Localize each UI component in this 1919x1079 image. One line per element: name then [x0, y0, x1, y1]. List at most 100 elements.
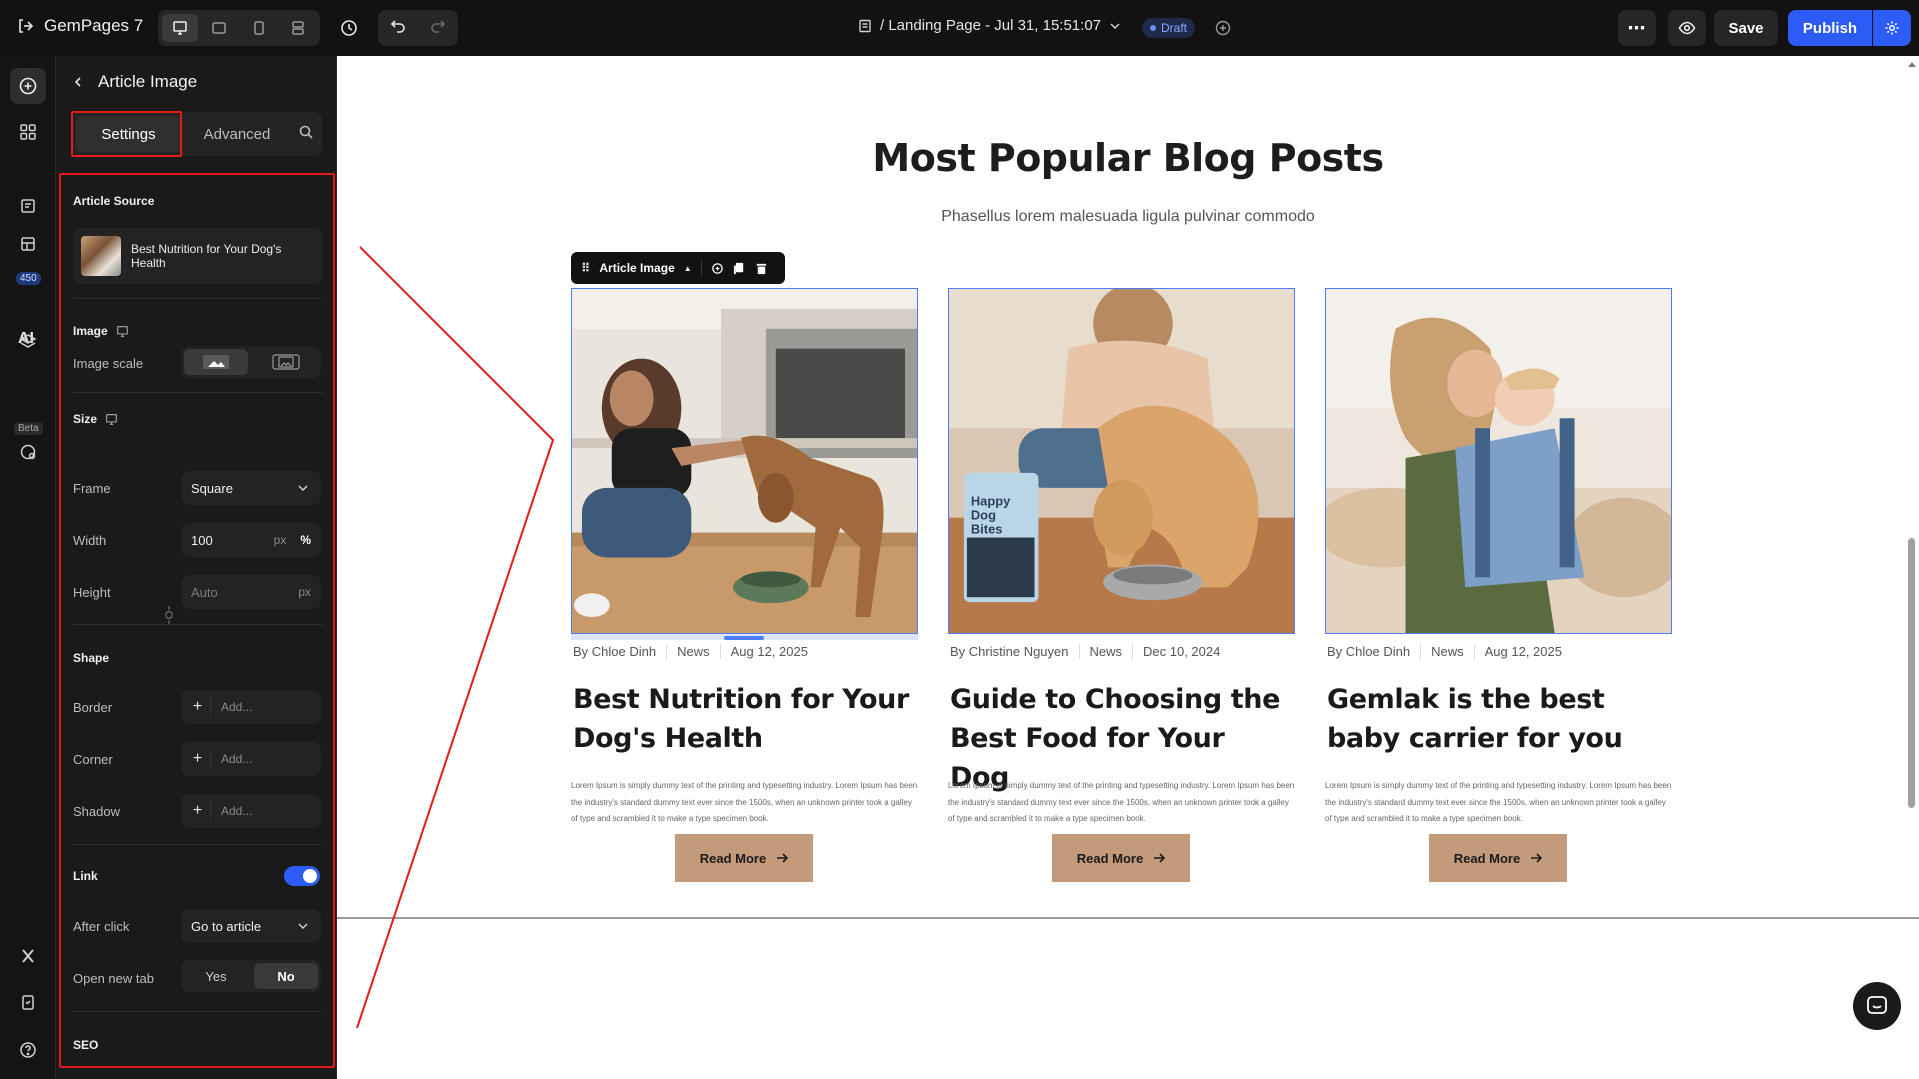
history-icon	[341, 20, 357, 36]
section-divider	[337, 917, 1919, 919]
responsive-icon	[292, 21, 304, 35]
post-category[interactable]: News	[666, 644, 720, 659]
sections-button[interactable]	[10, 114, 46, 150]
theme-button[interactable]	[10, 434, 46, 470]
panel-header: Article Image	[72, 72, 197, 92]
read-more-button[interactable]: Read More	[1052, 834, 1190, 882]
read-more-button[interactable]: Read More	[1429, 834, 1567, 882]
redo-icon	[431, 19, 446, 33]
help-icon	[20, 1042, 36, 1058]
save-button[interactable]: Save	[1714, 10, 1778, 46]
mobile-icon	[254, 21, 264, 35]
duplicate-icon[interactable]	[733, 262, 746, 275]
woman-golden-retriever-photo: Happy Dog Bites	[949, 289, 1294, 633]
pages-count-badge: 450	[16, 272, 41, 285]
desktop-icon	[173, 21, 187, 35]
post-meta: By Christine Nguyen News Dec 10, 2024	[950, 644, 1230, 659]
collaboration-button[interactable]	[1205, 10, 1241, 46]
article-image[interactable]: Happy Dog Bites	[948, 288, 1295, 634]
add-element-button[interactable]	[10, 68, 46, 104]
tablet-view-button[interactable]	[202, 14, 238, 42]
chat-button[interactable]	[1853, 982, 1901, 1030]
arrow-right-icon	[1531, 853, 1543, 863]
redo-button[interactable]	[430, 18, 446, 39]
mobile-view-button[interactable]	[241, 14, 277, 42]
tablet-icon	[212, 22, 226, 34]
post-author[interactable]: By Christine Nguyen	[950, 644, 1079, 659]
element-toolbar-label[interactable]: Article Image	[599, 261, 674, 275]
resize-handle[interactable]	[724, 636, 764, 640]
caret-up-icon[interactable]: ▲	[684, 264, 692, 273]
post-author[interactable]: By Chloe Dinh	[1327, 644, 1420, 659]
read-more-button[interactable]: Read More	[675, 834, 813, 882]
clipboard-icon	[22, 995, 34, 1010]
help-button[interactable]	[10, 1032, 46, 1068]
brand[interactable]: GemPages 7	[16, 16, 143, 36]
more-icon: ⋯	[1627, 17, 1647, 38]
post-author[interactable]: By Chloe Dinh	[573, 644, 666, 659]
layers-button[interactable]	[10, 324, 46, 360]
page-title: / Landing Page - Jul 31, 15:51:07	[880, 17, 1102, 34]
post-date: Aug 12, 2025	[1473, 644, 1572, 659]
post-date: Dec 10, 2024	[1132, 644, 1230, 659]
pages-icon	[21, 199, 35, 213]
post-title[interactable]: Gemlak is the best baby carrier for you	[1327, 680, 1667, 758]
history-button[interactable]	[331, 10, 367, 46]
template-icon	[21, 237, 35, 251]
toolbar-separator	[700, 260, 702, 276]
ai-edit-icon[interactable]	[711, 262, 724, 275]
post-date: Aug 12, 2025	[719, 644, 818, 659]
top-bar: GemPages 7 / Landing Page - Jul 31, 15:5…	[0, 0, 1919, 56]
settings-panel: Article Image Settings Advanced Article …	[56, 56, 337, 1079]
section-subheading[interactable]: Phasellus lorem malesuada ligula pulvina…	[337, 208, 1919, 226]
article-image[interactable]	[571, 288, 918, 634]
status-label: Draft	[1161, 21, 1188, 35]
brand-name: GemPages 7	[44, 16, 144, 35]
settings-body-highlight	[59, 173, 335, 1068]
x-logo-icon	[22, 949, 34, 963]
section-heading[interactable]: Most Popular Blog Posts	[337, 136, 1919, 180]
post-excerpt: Lorem Ipsum is simply dummy text of the …	[948, 781, 1295, 823]
page-title-dropdown[interactable]: / Landing Page - Jul 31, 15:51:07	[858, 17, 1121, 34]
left-rail: 450 AI Beta	[0, 56, 56, 1079]
trash-icon[interactable]	[755, 262, 768, 275]
chat-icon	[1867, 996, 1887, 1014]
editor-canvas: Most Popular Blog Posts Phasellus lorem …	[337, 56, 1919, 1079]
search-icon[interactable]	[298, 124, 314, 140]
exit-icon	[19, 19, 34, 33]
arrow-right-icon	[777, 853, 789, 863]
element-toolbar: ⠿ Article Image ▲	[571, 252, 785, 284]
post-category[interactable]: News	[1078, 644, 1133, 659]
tab-advanced[interactable]: Advanced	[187, 116, 287, 152]
scroll-up-icon[interactable]	[1907, 60, 1917, 68]
status-badge: Draft	[1142, 18, 1196, 38]
status-dot	[1150, 25, 1156, 31]
publish-button[interactable]: Publish	[1788, 10, 1872, 46]
desktop-view-button[interactable]	[162, 14, 198, 42]
pages-button[interactable]	[10, 188, 46, 224]
post-meta: By Chloe Dinh News Aug 12, 2025	[573, 644, 818, 659]
read-more-label: Read More	[1076, 850, 1144, 866]
post-category[interactable]: News	[1420, 644, 1474, 659]
responsive-view-button[interactable]	[281, 14, 317, 42]
bag-text: Happy	[971, 494, 1011, 509]
read-more-label: Read More	[699, 850, 767, 866]
tasks-button[interactable]	[10, 984, 46, 1020]
panel-title: Article Image	[98, 72, 198, 91]
post-title[interactable]: Best Nutrition for Your Dog's Health	[573, 680, 913, 758]
plus-circle-icon	[19, 77, 37, 95]
chevron-down-icon	[1110, 22, 1120, 29]
post-meta: By Chloe Dinh News Aug 12, 2025	[1327, 644, 1572, 659]
undo-icon	[390, 19, 405, 33]
canvas-scrollbar[interactable]	[1908, 538, 1915, 808]
publish-settings-button[interactable]	[1873, 10, 1911, 46]
article-image[interactable]	[1325, 288, 1672, 634]
drag-handle-icon[interactable]: ⠿	[581, 261, 590, 275]
undo-button[interactable]	[390, 18, 406, 39]
templates-button[interactable]	[10, 226, 46, 262]
layers-icon	[19, 334, 37, 348]
integrations-button[interactable]	[10, 938, 46, 974]
more-options-button[interactable]: ⋯	[1618, 10, 1656, 46]
preview-button[interactable]	[1668, 10, 1706, 46]
back-chevron-icon[interactable]	[72, 76, 84, 88]
